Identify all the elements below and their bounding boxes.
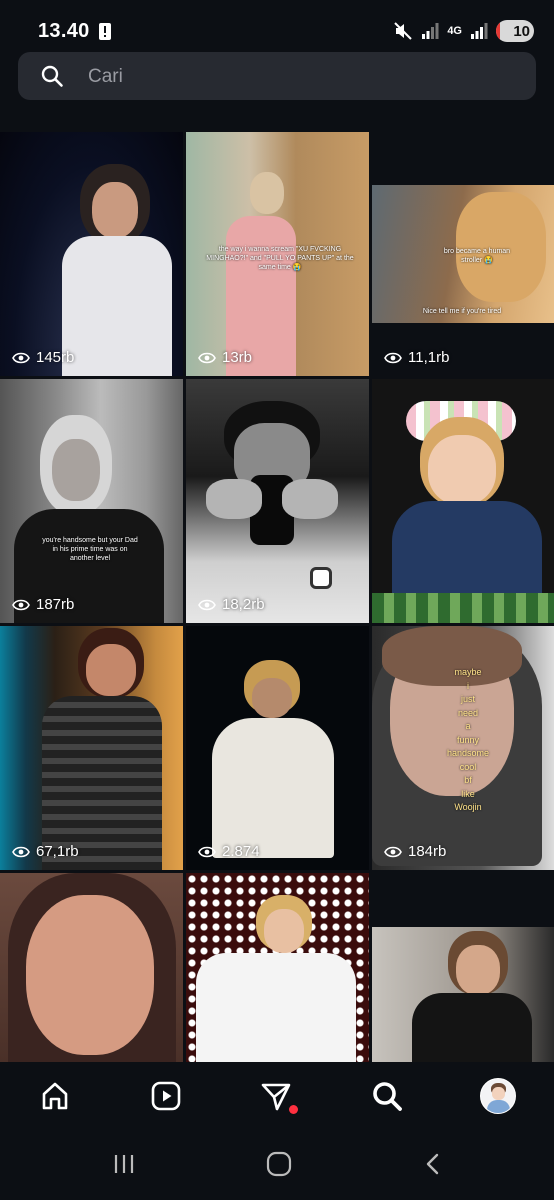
video-caption: maybe i just need a funny handsome cool bf like Wo… xyxy=(442,666,494,815)
caption-word: maybe xyxy=(454,667,482,677)
explore-tile[interactable]: maybe i just need a funny handsome cool bf like Wo… xyxy=(372,626,554,870)
view-count: 13rb xyxy=(198,349,252,366)
explore-tile[interactable]: bro became a human stroller 😭 Nice tell … xyxy=(372,132,554,376)
view-count-text: 145rb xyxy=(36,349,75,366)
home-icon xyxy=(42,1082,68,1110)
caption-word: i xyxy=(467,680,469,691)
view-count: 184rb xyxy=(384,843,446,860)
video-caption: bro became a human stroller 😭 xyxy=(443,248,511,264)
send-icon xyxy=(261,1083,291,1111)
explore-tile[interactable] xyxy=(372,379,554,623)
caption-word: handsome xyxy=(446,748,490,758)
view-count-text: 2.874 xyxy=(222,843,260,860)
eye-icon xyxy=(384,352,402,363)
system-nav xyxy=(0,1130,554,1200)
view-count-text: 187rb xyxy=(36,596,75,613)
battery-level xyxy=(496,20,500,42)
caption-word: a xyxy=(465,721,471,731)
home-button-icon xyxy=(266,1151,292,1177)
status-bar: 13.40 4G 10 xyxy=(0,0,554,56)
nav-profile[interactable] xyxy=(478,1076,518,1116)
status-time: 13.40 xyxy=(38,20,90,42)
signal-icon xyxy=(422,23,439,39)
caption-word: like xyxy=(461,788,475,799)
view-count-text: 13rb xyxy=(222,349,253,366)
nav-reels[interactable] xyxy=(146,1076,186,1116)
reels-icon xyxy=(151,1081,181,1111)
profile-avatar xyxy=(480,1078,516,1114)
search-input[interactable] xyxy=(86,60,510,94)
video-caption: Nice tell me if you're tired xyxy=(422,308,502,315)
caption-word: bf xyxy=(464,775,472,785)
nav-search[interactable] xyxy=(367,1076,407,1116)
eye-icon xyxy=(12,846,30,857)
notification-dot xyxy=(289,1105,298,1114)
bottom-nav xyxy=(0,1062,554,1130)
view-count: 67,1rb xyxy=(12,843,79,860)
back-icon xyxy=(426,1153,439,1175)
eye-icon xyxy=(198,846,216,857)
view-count: 11,1rb xyxy=(384,349,449,366)
view-count-text: 11,1rb xyxy=(408,349,450,366)
explore-grid: 145rb the way i wanna scream "XU FVCKING… xyxy=(0,132,554,1062)
explore-tile[interactable]: 145rb xyxy=(0,132,183,376)
recent-apps-icon xyxy=(114,1155,134,1173)
view-count: 187rb xyxy=(12,596,74,613)
nav-messages[interactable] xyxy=(256,1076,298,1116)
view-count: 145rb xyxy=(12,349,74,366)
caption-word: Woojin xyxy=(454,802,482,812)
explore-tile[interactable]: 2.874 xyxy=(186,626,369,870)
signal-icon xyxy=(471,23,488,39)
caption-word: need xyxy=(457,707,479,718)
eye-icon xyxy=(12,599,30,610)
caption-word: funny xyxy=(456,734,480,745)
search-icon xyxy=(41,65,63,87)
eye-icon xyxy=(198,599,216,610)
battery-percent: 10 xyxy=(513,22,530,40)
explore-tile[interactable] xyxy=(372,873,554,1062)
view-count: 2.874 xyxy=(198,843,260,860)
status-icons: 4G 10 xyxy=(393,18,534,44)
explore-tile[interactable] xyxy=(186,873,369,1062)
video-caption: the way i wanna scream "XU FVCKING MINGH… xyxy=(206,246,354,271)
battery-icon: 10 xyxy=(496,20,534,42)
explore-tile[interactable]: the way i wanna scream "XU FVCKING MINGH… xyxy=(186,132,369,376)
network-type: 4G xyxy=(447,24,462,37)
nav-home[interactable] xyxy=(35,1076,75,1116)
view-count-text: 18,2rb xyxy=(222,596,265,613)
caption-word: cool xyxy=(459,761,477,772)
view-count-text: 67,1rb xyxy=(36,843,79,860)
alert-icon xyxy=(99,23,111,40)
eye-icon xyxy=(384,846,402,857)
view-count-text: 184rb xyxy=(408,843,447,860)
system-back-button[interactable] xyxy=(414,1148,454,1180)
explore-tile[interactable]: 67,1rb xyxy=(0,626,183,870)
explore-tile[interactable]: 18,2rb xyxy=(186,379,369,623)
search-bar[interactable] xyxy=(18,52,536,100)
view-count: 18,2rb xyxy=(198,596,265,613)
system-home-button[interactable] xyxy=(259,1148,299,1180)
explore-tile[interactable]: you're handsome but your Dad in his prim… xyxy=(0,379,183,623)
explore-tile[interactable] xyxy=(0,873,183,1062)
eye-icon xyxy=(198,352,216,363)
search-icon xyxy=(373,1082,402,1111)
eye-icon xyxy=(12,352,30,363)
recent-apps-button[interactable] xyxy=(104,1148,144,1180)
caption-word: just xyxy=(460,694,475,704)
mute-icon xyxy=(394,22,413,40)
video-caption: you're handsome but your Dad in his prim… xyxy=(42,537,138,562)
